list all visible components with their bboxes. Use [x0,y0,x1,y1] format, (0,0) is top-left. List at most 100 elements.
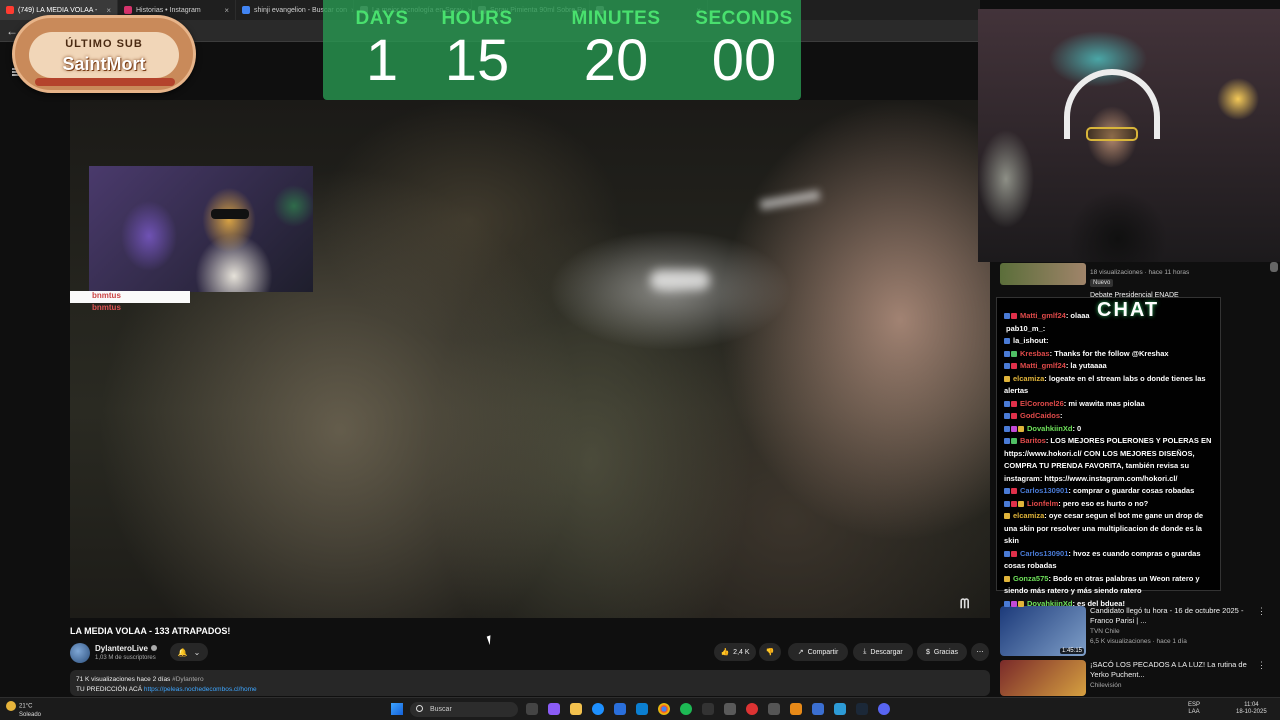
task-view-icon[interactable] [526,703,538,715]
chat-username[interactable]: ElCoronel26 [1020,399,1064,408]
app-icon[interactable] [790,703,802,715]
share-button[interactable]: ↗ Compartir [788,643,848,661]
chat-message: elcamiza: logeate en el stream labs o do… [1004,373,1216,398]
chat-badge-icon [1011,550,1017,557]
tab-close-icon[interactable]: × [106,6,111,15]
chat-badge-icon [1018,600,1024,607]
countdown-value: 15 [444,28,510,93]
chat-badge-icon [1011,600,1017,607]
chat-message: Matti_gmlf24: olaaa [1004,310,1216,323]
streamer-webcam [978,9,1280,262]
recommendation-thumbnail[interactable]: 1:45:15 [1000,606,1086,656]
outlook-icon[interactable] [614,703,626,715]
thumbs-up-icon: 👍 [720,649,730,656]
chat-badge-icon [1011,438,1017,445]
last-sub-name: SaintMort [62,54,146,74]
chat-badge-icon [1004,488,1010,495]
store-icon[interactable] [636,703,648,715]
more-icon[interactable]: ⋮ [1257,606,1266,617]
download-button[interactable]: ⤓ Descargar [853,643,913,661]
spotify-icon[interactable] [680,703,692,715]
chat-username[interactable]: Carlos130901 [1020,549,1068,558]
chat-username[interactable]: DovahkiinXd [1027,599,1072,608]
chat-messages: Matti_gmlf24: olaaa pab10_m_: la_ishout: … [1004,310,1216,610]
widgets-icon[interactable] [548,703,560,715]
recommendation-title[interactable]: ¡SACÓ LOS PECADOS A LA LUZ! La rutina de… [1090,660,1265,680]
chat-message: pab10_m_: [1004,323,1216,336]
tab-label: Historias • Instagram [136,6,201,14]
scrollbar[interactable] [1270,262,1278,272]
windows-start-icon[interactable] [391,703,403,715]
weather-temp: 21°C [19,703,33,710]
download-icon: ⤓ [863,648,867,655]
weather-desc: Soleado [19,712,42,718]
obs-icon[interactable] [746,703,758,715]
chat-username[interactable]: Carlos130901 [1020,486,1068,495]
recommendation-thumbnail[interactable] [1000,263,1086,285]
sun-icon [6,701,16,711]
tab-close-icon[interactable]: × [224,6,229,15]
last-sub-badge: ÚLTIMO SUB SaintMort [12,15,196,93]
mouse-cursor [486,633,498,646]
dislike-button[interactable]: 👎 [759,643,781,661]
discord-icon[interactable] [878,703,890,715]
description-link[interactable]: https://peleas.nochedecombos.cl/home [144,686,257,693]
more-icon[interactable]: ⋮ [1257,660,1266,671]
file-explorer-icon[interactable] [570,703,582,715]
chat-badge-icon [1004,350,1010,357]
chat-text: : olaaa [1065,311,1090,320]
settings-icon[interactable] [724,703,736,715]
language-indicator[interactable]: ESP LAA [1188,702,1200,716]
like-count: 2,4 K [733,648,750,656]
chat-username[interactable]: Gonza575 [1013,574,1048,583]
chat-username[interactable]: elcamiza [1013,511,1044,520]
recommendation-thumbnail[interactable] [1000,660,1086,696]
chat-username[interactable]: Matti_gmlf24 [1020,311,1066,320]
chat-badge-icon [1004,400,1010,407]
chat-message: DovahkiinXd: 0 [1004,423,1216,436]
video-facecam [89,166,313,292]
chat-username[interactable]: Matti_gmlf24 [1020,361,1066,370]
terminal-icon[interactable] [702,703,714,715]
system-clock[interactable]: 11:04 18-10-2025 [1236,702,1267,716]
thumbs-down-icon: 👎 [765,649,775,656]
share-label: Compartir [807,648,839,656]
video-description[interactable]: 71 K visualizaciones hace 2 días #Dylant… [70,670,990,696]
recommendation-channel[interactable]: Chilevisión [1090,682,1121,689]
weather-widget[interactable]: 21°C Soleado [6,701,41,719]
taskbar-search[interactable]: Buscar [410,702,518,717]
chat-badge-icon [1004,438,1010,445]
steam-icon[interactable] [856,703,868,715]
countdown-seconds: SECONDS 00 [685,0,803,90]
app-icon[interactable] [768,703,780,715]
channel-name[interactable]: DylanteroLive [95,644,157,653]
chat-badge-icon [1011,500,1017,507]
chat-username[interactable]: la_ishout [1013,336,1046,345]
chat-username[interactable]: Lionfelm [1027,499,1058,508]
recommendation-channel[interactable]: TVN Chile [1090,628,1120,635]
recommendation-item[interactable]: ¡SACÓ LOS PECADOS A LA LUZ! La rutina de… [1000,660,1270,696]
thanks-button[interactable]: $ Gracias [917,643,967,661]
chat-username[interactable]: Baritos [1020,436,1046,445]
channel-avatar[interactable] [70,643,90,663]
chat-text: : comprar o guardar cosas robadas [1068,486,1195,495]
like-button[interactable]: 👍 2,4 K [714,643,756,661]
chat-username[interactable]: DovahkiinXd [1027,424,1072,433]
notification-bell-button[interactable]: 🔔 ⌄ [170,643,208,661]
keyboard-layout: LAA [1188,709,1200,715]
recommendation-item[interactable]: 1:45:15 Candidato llegó tu hora - 16 de … [1000,606,1270,656]
app-icon[interactable] [834,703,846,715]
chat-username[interactable]: GodCaidos [1020,411,1060,420]
hashtag[interactable]: #Dylantero [172,676,203,683]
edge-icon[interactable] [592,703,604,715]
chat-message: elcamiza: oye cesar segun el bot me gane… [1004,510,1216,548]
chat-username[interactable]: elcamiza [1013,374,1044,383]
chrome-icon[interactable] [658,703,670,715]
chat-badge-icon [1004,413,1010,420]
chat-badge-icon [1018,425,1024,432]
chat-username[interactable]: Kresbas [1020,349,1050,358]
app-icon[interactable] [812,703,824,715]
more-actions-button[interactable]: ⋯ [971,643,989,661]
chat-username[interactable]: pab10_m_ [1006,324,1043,333]
countdown-hours: HOURS 15 [418,0,536,90]
